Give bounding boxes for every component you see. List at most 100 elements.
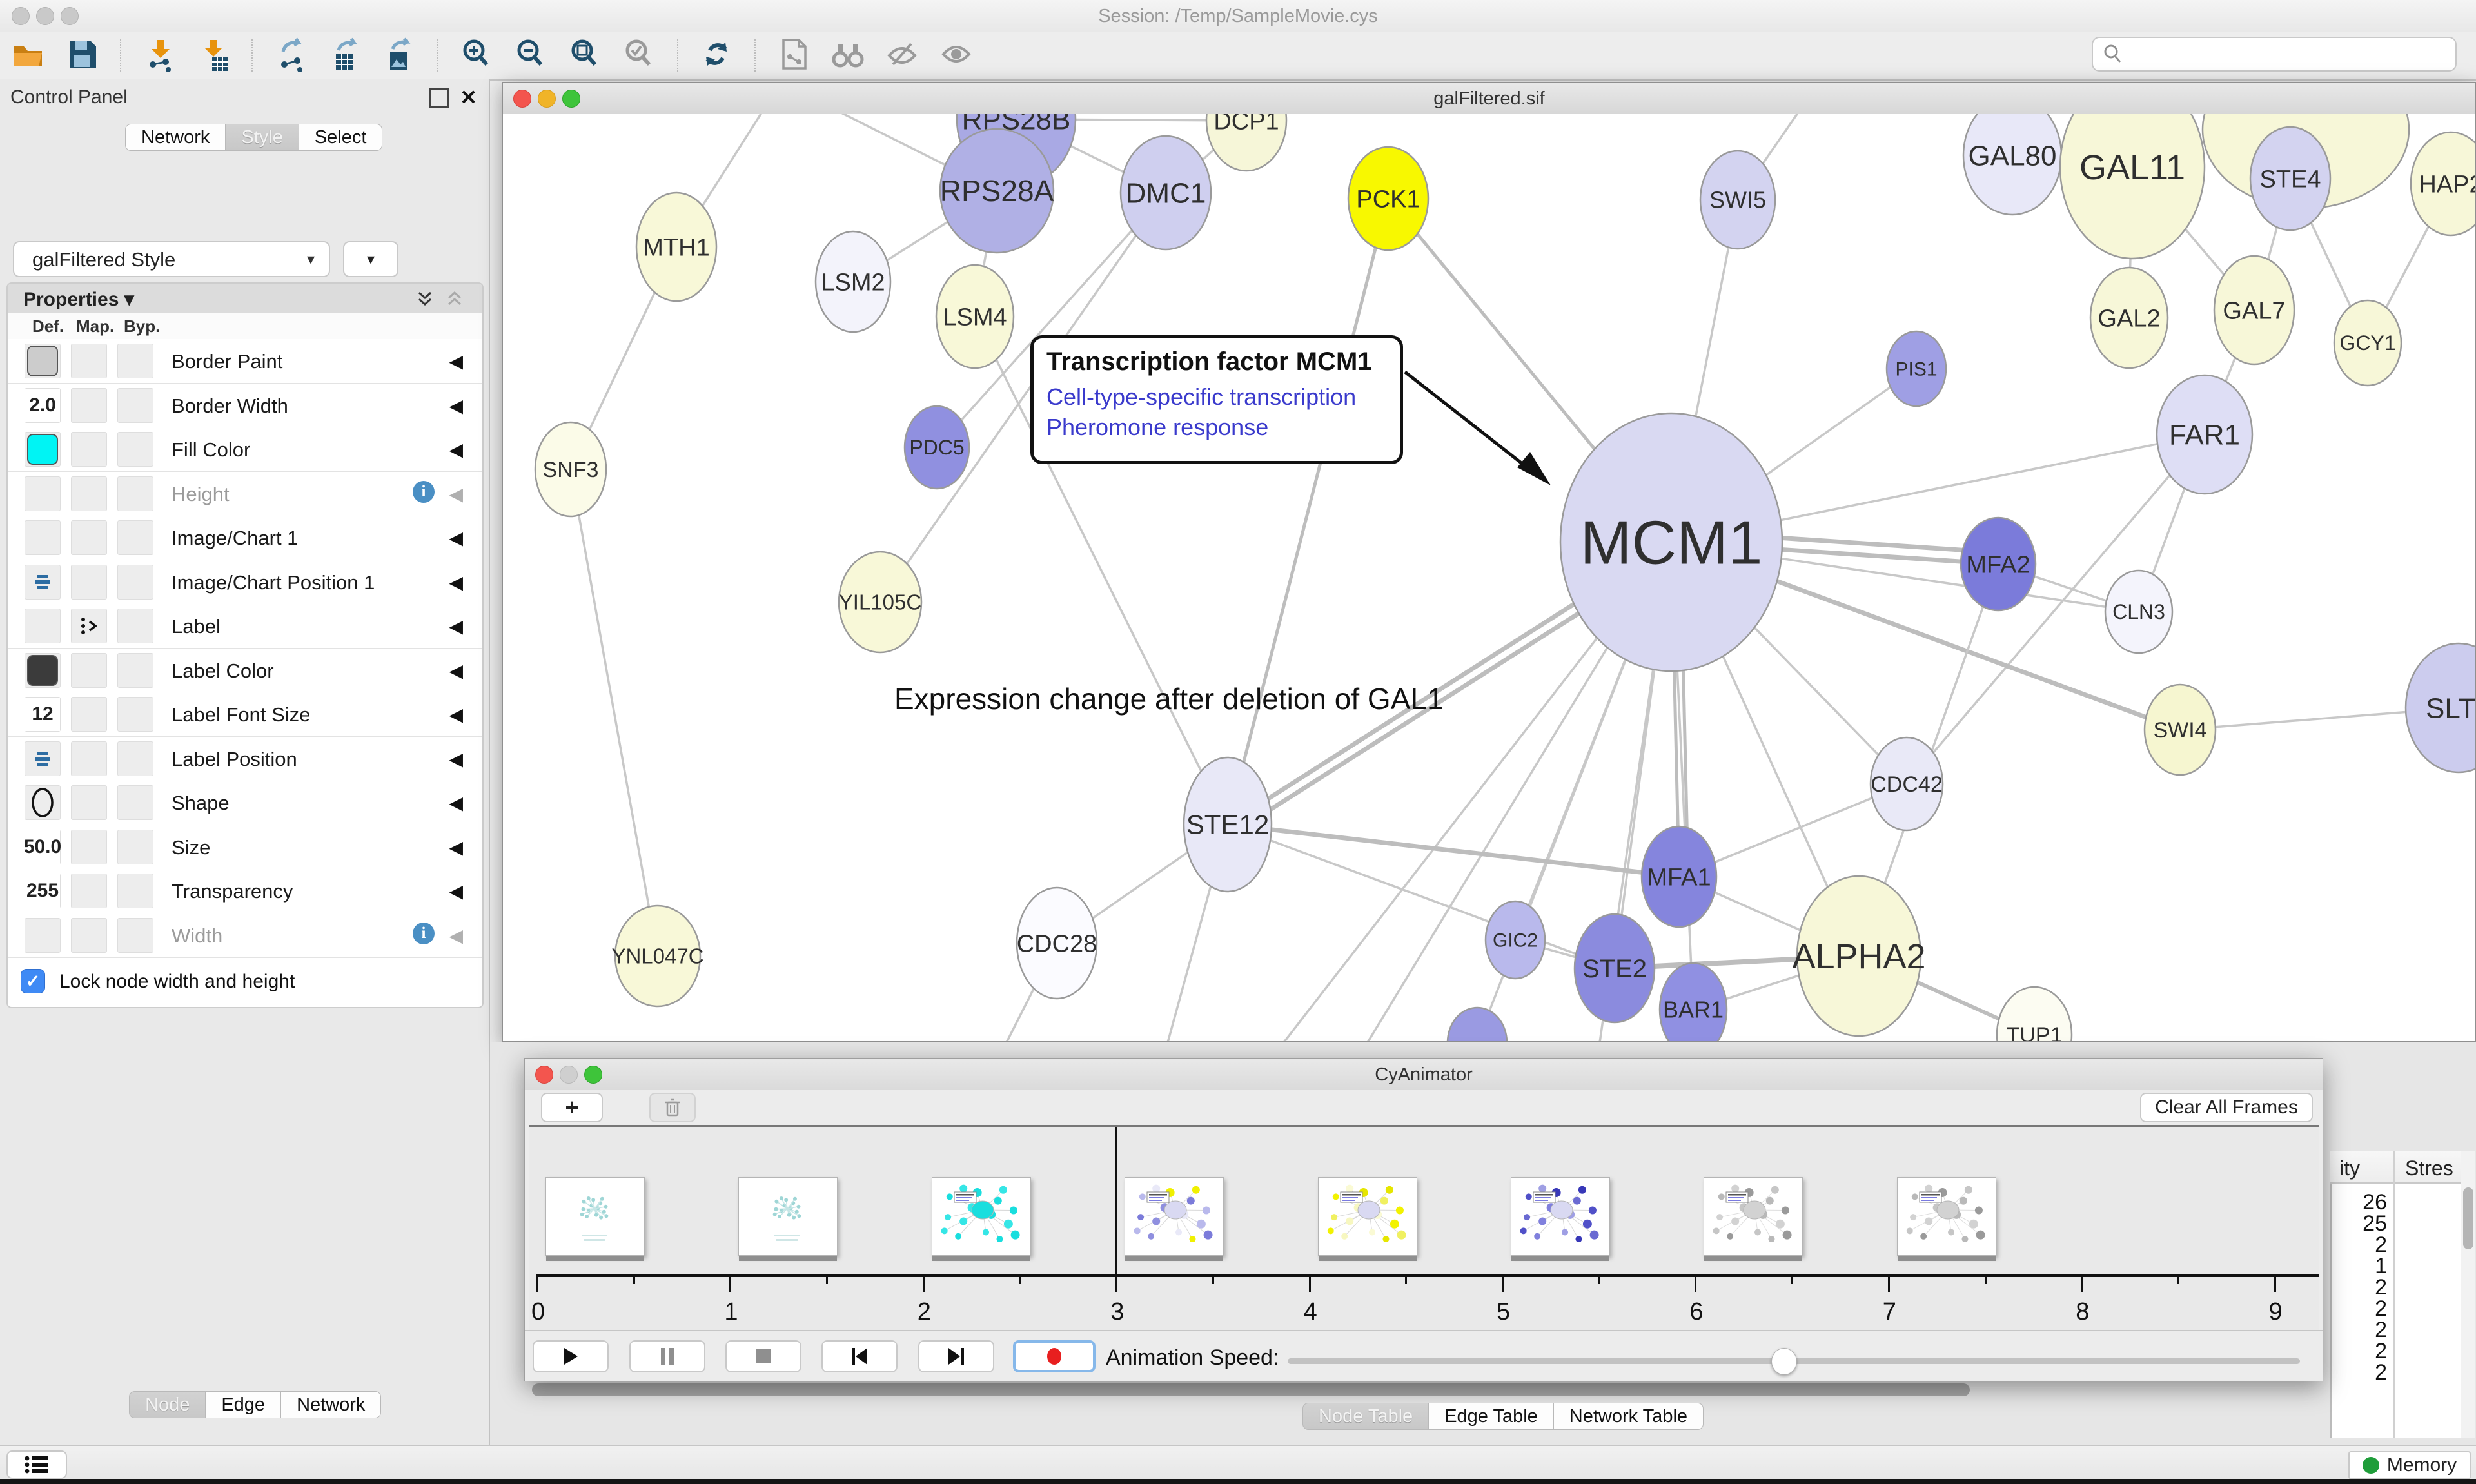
zoom-selected-icon[interactable] <box>620 37 658 74</box>
table-cell[interactable]: 2 <box>2330 1360 2387 1385</box>
import-network-icon[interactable] <box>141 37 178 74</box>
network-node-gal80[interactable]: GAL80 <box>1963 114 2061 215</box>
bypass-cell[interactable] <box>117 609 153 643</box>
property-row-width[interactable]: Width i ◀ <box>8 913 482 958</box>
network-node-cdc28[interactable]: CDC28 <box>1017 888 1097 999</box>
info-icon[interactable]: i <box>413 481 435 503</box>
zoom-fit-icon[interactable] <box>566 37 604 74</box>
default-value-cell[interactable]: 50.0 <box>25 830 61 864</box>
tab-network[interactable]: Network <box>125 124 226 151</box>
import-table-icon[interactable] <box>195 37 232 74</box>
network-node-unlabeled[interactable] <box>1448 1008 1507 1041</box>
default-value-cell[interactable] <box>25 520 61 555</box>
network-node-snf3[interactable]: SNF3 <box>535 422 606 516</box>
expand-property-icon[interactable]: ◀ <box>449 748 463 770</box>
skip-to-end-button[interactable] <box>918 1340 994 1372</box>
table-vertical-scrollbar[interactable] <box>2461 1151 2475 1438</box>
timeline-ruler[interactable] <box>536 1274 2319 1277</box>
default-value-cell[interactable]: 2.0 <box>25 388 61 423</box>
frames-timeline[interactable]: 0123456789Seconds <box>529 1125 2319 1333</box>
network-node-rps28a[interactable]: RPS28A <box>940 129 1054 253</box>
network-node-mth1[interactable]: MTH1 <box>636 193 716 301</box>
property-row-image-chart-1[interactable]: Image/Chart 1 ◀ <box>8 516 482 560</box>
expand-property-icon[interactable]: ◀ <box>449 881 463 902</box>
mapping-cell[interactable] <box>71 344 107 378</box>
record-button[interactable] <box>1013 1340 1096 1372</box>
bypass-cell[interactable] <box>117 697 153 732</box>
expand-property-icon[interactable]: ◀ <box>449 483 463 505</box>
mapping-cell[interactable] <box>71 653 107 688</box>
property-row-label[interactable]: Label ◀ <box>8 604 482 649</box>
network-node-dcp1[interactable]: DCP1 <box>1206 114 1286 171</box>
network-node-far1[interactable]: FAR1 <box>2157 375 2252 494</box>
float-panel-icon[interactable] <box>429 88 449 108</box>
pause-button[interactable] <box>629 1340 705 1372</box>
network-node-cln3[interactable]: CLN3 <box>2105 571 2172 653</box>
expand-property-icon[interactable]: ◀ <box>449 704 463 725</box>
style-selector[interactable]: galFiltered Style ▾ <box>13 241 330 277</box>
expand-property-icon[interactable]: ◀ <box>449 527 463 549</box>
network-node-lsm2[interactable]: LSM2 <box>816 231 890 332</box>
style-options-button[interactable]: ▾ <box>343 241 398 277</box>
bypass-cell[interactable] <box>117 344 153 378</box>
network-file-icon[interactable] <box>775 37 812 74</box>
mapping-cell[interactable] <box>71 609 107 643</box>
network-node-pck1[interactable]: PCK1 <box>1348 147 1428 250</box>
search-input[interactable] <box>2124 43 2436 65</box>
bypass-cell[interactable] <box>117 520 153 555</box>
expand-property-icon[interactable]: ◀ <box>449 792 463 814</box>
property-row-fill-color[interactable]: Fill Color ◀ <box>8 427 482 472</box>
bypass-cell[interactable] <box>117 653 153 688</box>
mapping-cell[interactable] <box>71 830 107 864</box>
network-node-ste2[interactable]: STE2 <box>1575 914 1655 1022</box>
network-node-mfa1[interactable]: MFA1 <box>1642 826 1716 927</box>
network-node-yil105c[interactable]: YIL105C <box>839 552 921 652</box>
playhead[interactable] <box>1115 1127 1117 1274</box>
property-row-label-font-size[interactable]: 12 Label Font Size ◀ <box>8 692 482 737</box>
property-row-border-paint[interactable]: Border Paint ◀ <box>8 339 482 384</box>
expand-property-icon[interactable]: ◀ <box>449 439 463 460</box>
default-value-cell[interactable] <box>25 609 61 643</box>
table-horizontal-scrollbar[interactable] <box>532 1383 1970 1396</box>
network-node-gal2[interactable]: GAL2 <box>2090 268 2168 368</box>
properties-header[interactable]: Properties ▾ <box>8 284 482 314</box>
scrollbar-thumb[interactable] <box>2463 1187 2473 1249</box>
bypass-cell[interactable] <box>117 432 153 467</box>
tab-network[interactable]: Network <box>281 1391 381 1418</box>
network-node-gcy1[interactable]: GCY1 <box>2334 300 2401 386</box>
network-node-ste4[interactable]: STE4 <box>2250 127 2330 230</box>
slider-thumb[interactable] <box>1771 1348 1797 1375</box>
node-table-header[interactable]: ity Stres <box>2330 1151 2461 1184</box>
network-node-dmc1[interactable]: DMC1 <box>1121 136 1211 249</box>
memory-button[interactable]: Memory <box>2348 1451 2471 1479</box>
mapping-cell[interactable] <box>71 476 107 511</box>
annotation-box[interactable]: Transcription factor MCM1 Cell-type-spec… <box>1030 335 1403 464</box>
binoculars-icon[interactable] <box>829 37 867 74</box>
frame-thumbnail-2[interactable] <box>932 1177 1031 1256</box>
default-value-cell[interactable] <box>25 344 61 378</box>
property-row-size[interactable]: 50.0 Size ◀ <box>8 825 482 870</box>
network-node-lsm4[interactable]: LSM4 <box>936 265 1014 368</box>
add-frame-button[interactable]: + <box>541 1093 603 1122</box>
bypass-cell[interactable] <box>117 565 153 600</box>
property-row-transparency[interactable]: 255 Transparency ◀ <box>8 869 482 913</box>
bypass-cell[interactable] <box>117 785 153 820</box>
frame-thumbnail-4[interactable] <box>1318 1177 1417 1256</box>
show-panel-menu-button[interactable] <box>6 1450 67 1479</box>
skip-to-start-button[interactable] <box>821 1340 898 1372</box>
bypass-cell[interactable] <box>117 388 153 423</box>
expand-property-icon[interactable]: ◀ <box>449 351 463 372</box>
frame-thumbnail-1[interactable] <box>738 1177 838 1256</box>
frame-thumbnail-7[interactable] <box>1897 1177 1996 1256</box>
bypass-cell[interactable] <box>117 830 153 864</box>
mapping-cell[interactable] <box>71 918 107 953</box>
mapping-cell[interactable] <box>71 785 107 820</box>
tab-node-table[interactable]: Node Table <box>1302 1403 1429 1430</box>
network-node-gic2[interactable]: GIC2 <box>1486 901 1545 979</box>
bypass-cell[interactable] <box>117 918 153 953</box>
mapping-cell[interactable] <box>71 388 107 423</box>
stop-button[interactable] <box>725 1340 801 1372</box>
network-node-mfa2[interactable]: MFA2 <box>1961 518 2036 610</box>
default-value-cell[interactable] <box>25 741 61 776</box>
expand-property-icon[interactable]: ◀ <box>449 616 463 637</box>
